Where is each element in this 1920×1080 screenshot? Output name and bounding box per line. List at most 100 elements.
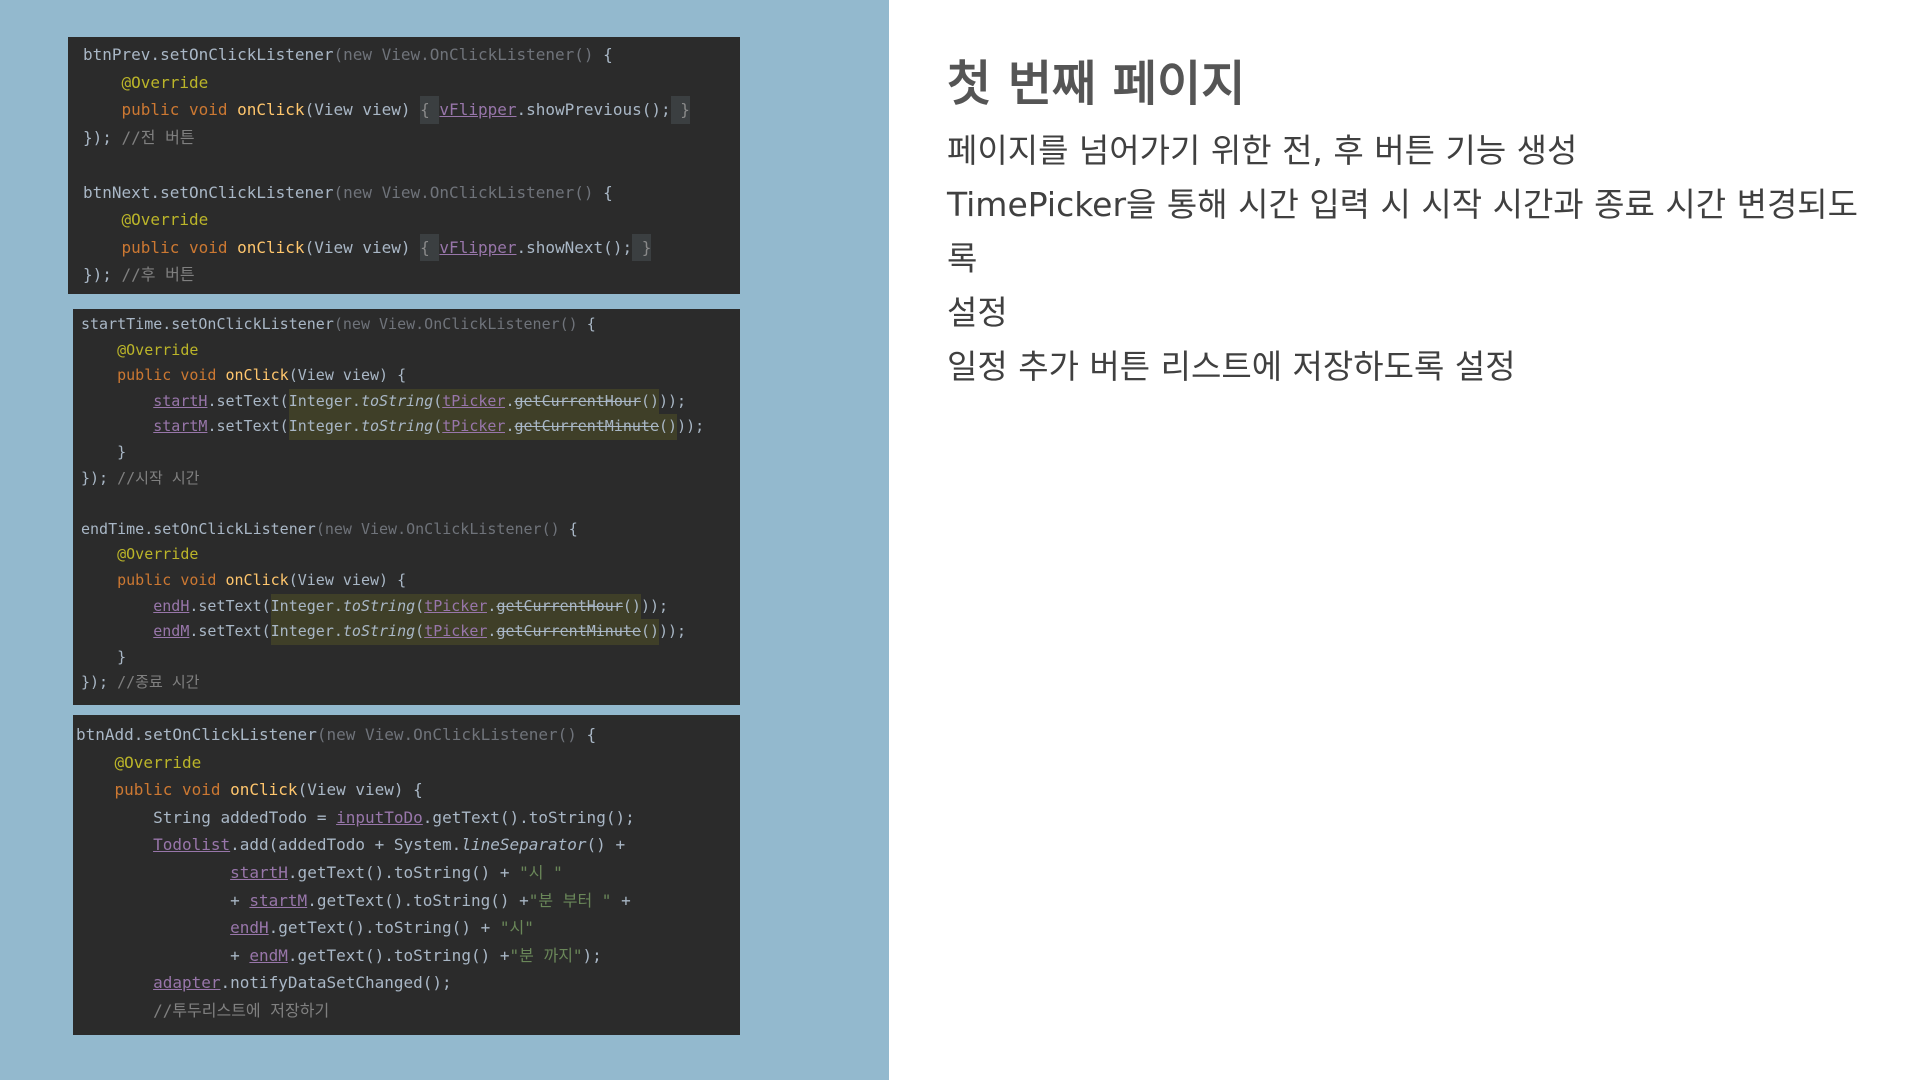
code-line: public void onClick(View view) { vFlippe… xyxy=(83,233,740,261)
code-token: + xyxy=(76,890,250,910)
code-token: (new View.OnClickListener() xyxy=(315,519,569,538)
code-token: ); xyxy=(582,945,602,965)
code-token: { xyxy=(586,315,596,333)
code-token: () xyxy=(640,388,659,415)
code-token: //전 버튼 xyxy=(111,127,195,147)
description-line: 설정 xyxy=(947,293,1008,332)
code-token: .getText().toString() + xyxy=(307,890,529,910)
code-token: endTime.setOnClickListener xyxy=(81,519,316,538)
code-token: btnAdd.setOnClickListener xyxy=(76,725,317,744)
code-token: public void xyxy=(121,237,238,257)
code-token: . xyxy=(505,414,515,440)
code-token: + xyxy=(76,945,250,965)
code-token: { xyxy=(420,233,440,261)
code-token: Integer. xyxy=(288,414,361,440)
code-token: (new View.OnClickListener() xyxy=(333,182,604,202)
code-line: public void onClick(View view) { xyxy=(81,363,740,389)
code-token: endH xyxy=(230,918,269,938)
code-token: endH xyxy=(153,596,190,615)
code-token: btnPrev.setOnClickListener xyxy=(83,45,334,64)
code-token: .setText( xyxy=(207,391,289,410)
code-token: @Override xyxy=(117,545,199,564)
code-token: Todolist xyxy=(153,835,231,855)
code-token: + xyxy=(611,890,631,910)
code-line: } xyxy=(81,645,740,671)
code-token: (View view) { xyxy=(297,780,423,800)
slide-description: 페이지를 넘어가기 위한 전, 후 버튼 기능 생성 TimePicker을 통… xyxy=(947,124,1867,394)
code-token: tPicker xyxy=(424,593,488,620)
code-line: + endM.getText().toString() +"분 까지"); xyxy=(76,942,740,970)
code-token: .notifyDataSetChanged(); xyxy=(220,973,452,993)
code-token: startTime.setOnClickListener xyxy=(81,315,334,333)
description-line: TimePicker을 통해 시간 입력 시 시작 시간과 종료 시간 변경되도… xyxy=(947,185,1859,278)
code-line: endTime.setOnClickListener(new View.OnCl… xyxy=(81,517,740,543)
code-token: onClick xyxy=(230,780,298,800)
code-token: toString xyxy=(342,593,416,620)
code-token: { xyxy=(568,519,578,538)
code-line: public void onClick(View view) { vFlippe… xyxy=(83,96,740,124)
code-token: ( xyxy=(433,414,443,440)
code-token: .setText( xyxy=(189,622,271,641)
code-token: )); xyxy=(659,622,687,641)
code-token: getCurrentHour xyxy=(496,593,623,620)
code-token: .setText( xyxy=(207,417,289,436)
code-token: lineSeparator xyxy=(461,835,587,855)
code-token: (View view) xyxy=(304,100,421,119)
code-token: }); xyxy=(83,265,112,284)
code-line: @Override xyxy=(81,542,740,568)
code-token: .getText().toString() + xyxy=(268,918,500,938)
code-token: public void xyxy=(114,780,231,800)
code-line: startM.setText(Integer.toString(tPicker.… xyxy=(81,414,740,440)
code-line: btnAdd.setOnClickListener(new View.OnCli… xyxy=(76,721,740,749)
code-token: adapter xyxy=(153,973,221,993)
code-token: "시 " xyxy=(519,862,563,882)
code-token: vFlipper xyxy=(439,237,517,257)
code-token: } xyxy=(81,442,127,461)
code-token: vFlipper xyxy=(439,100,517,119)
code-token: . xyxy=(487,593,497,620)
code-token: @Override xyxy=(121,72,209,92)
code-token: { xyxy=(420,96,440,124)
code-token: ( xyxy=(415,619,425,645)
code-token: (new View.OnClickListener() xyxy=(333,315,587,333)
code-token: tPicker xyxy=(442,388,506,415)
code-token: //종료 시간 xyxy=(108,673,200,692)
code-line: }); //종료 시간 xyxy=(81,670,740,696)
code-token: .getText().toString() + xyxy=(287,862,520,882)
code-token: getCurrentMinute xyxy=(496,619,641,645)
code-line: Todolist.add(addedTodo + System.lineSepa… xyxy=(76,831,740,859)
code-line: endH.setText(Integer.toString(tPicker.ge… xyxy=(81,593,740,620)
code-token: onClick xyxy=(237,237,305,257)
code-line: @Override xyxy=(81,338,740,364)
code-token: () xyxy=(622,593,641,620)
code-token: )); xyxy=(659,391,687,410)
code-snippet-nav-buttons: btnPrev.setOnClickListener (new View.OnCl… xyxy=(68,37,740,294)
code-token: }); xyxy=(81,468,109,487)
code-token: Integer. xyxy=(270,593,343,620)
description-line: 일정 추가 버튼 리스트에 저장하도록 설정 xyxy=(947,347,1516,386)
code-token: } xyxy=(670,96,690,124)
code-line: @Override xyxy=(83,69,740,97)
code-token: toString xyxy=(360,388,434,415)
code-token: "분 까지" xyxy=(509,945,583,965)
code-token: )); xyxy=(640,596,669,615)
code-line: @Override xyxy=(83,206,740,234)
code-token: .getText().toString(); xyxy=(422,807,635,827)
code-token: { xyxy=(603,182,613,202)
code-token: startH xyxy=(153,391,208,410)
code-token: public void xyxy=(117,570,226,589)
code-token: endM xyxy=(249,945,288,965)
code-token: btnNext.setOnClickListener xyxy=(83,182,334,202)
code-token: () + xyxy=(586,835,626,855)
code-token: .add(addedTodo + System. xyxy=(230,835,462,855)
code-token: onClick xyxy=(225,570,289,589)
